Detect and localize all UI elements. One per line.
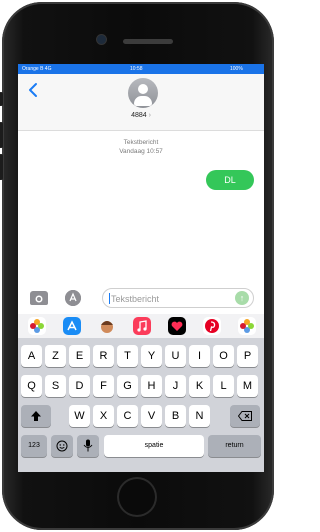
key-l[interactable]: L: [213, 375, 234, 397]
key-c[interactable]: C: [117, 405, 138, 427]
digital-touch-icon[interactable]: [168, 317, 186, 335]
key-z[interactable]: Z: [45, 345, 66, 367]
shift-key[interactable]: [21, 405, 51, 427]
contact-name[interactable]: 4884 ›: [18, 112, 264, 119]
compose-bar: Tekstbericht ↑: [18, 286, 264, 312]
clock: 10:58: [130, 66, 143, 72]
contact-avatar[interactable]: [128, 78, 158, 108]
key-r[interactable]: R: [93, 345, 114, 367]
photos-flower-icon: [30, 319, 44, 333]
pinterest-icon[interactable]: [203, 317, 221, 335]
sent-message-bubble[interactable]: DL: [206, 170, 254, 190]
key-y[interactable]: Y: [141, 345, 162, 367]
key-n[interactable]: N: [189, 405, 210, 427]
key-t[interactable]: T: [117, 345, 138, 367]
music-icon[interactable]: [133, 317, 151, 335]
key-w[interactable]: W: [69, 405, 90, 427]
send-button[interactable]: ↑: [235, 291, 249, 305]
chevron-left-icon: [29, 83, 37, 97]
earpiece-speaker: [123, 39, 173, 44]
screen: Orange B 4G 10:58 100% 4884 › Tekstberic…: [18, 64, 264, 472]
key-a[interactable]: A: [21, 345, 42, 367]
shift-icon: [31, 411, 41, 421]
numbers-key[interactable]: 123: [21, 435, 47, 457]
home-button[interactable]: [117, 477, 157, 517]
microphone-icon: [83, 439, 93, 452]
volume-up-button: [0, 122, 3, 148]
message-input[interactable]: Tekstbericht: [102, 288, 254, 308]
emoji-icon: [56, 440, 68, 452]
app-store-icon[interactable]: [63, 317, 81, 335]
contact-chevron-icon: ›: [148, 112, 151, 119]
send-arrow-icon: ↑: [239, 293, 245, 303]
key-u[interactable]: U: [165, 345, 186, 367]
avatar-head: [138, 84, 148, 94]
key-g[interactable]: G: [117, 375, 138, 397]
backspace-icon: [237, 411, 252, 421]
key-q[interactable]: Q: [21, 375, 42, 397]
key-m[interactable]: M: [237, 375, 258, 397]
back-button[interactable]: [28, 82, 38, 101]
key-h[interactable]: H: [141, 375, 162, 397]
key-f[interactable]: F: [93, 375, 114, 397]
key-v[interactable]: V: [141, 405, 162, 427]
photos-flower-icon-2: [240, 319, 254, 333]
photos-app-icon[interactable]: [28, 317, 46, 335]
key-x[interactable]: X: [93, 405, 114, 427]
key-p[interactable]: P: [237, 345, 258, 367]
app-store-glyph-icon: [67, 320, 77, 331]
camera-button[interactable]: [30, 291, 48, 305]
return-key[interactable]: return: [208, 435, 261, 457]
front-camera: [97, 35, 106, 44]
space-key[interactable]: spatie: [104, 435, 204, 457]
camera-icon: [30, 293, 48, 305]
carrier-label: Orange B 4G: [22, 66, 52, 72]
message-input-placeholder: Tekstbericht: [111, 294, 160, 304]
volume-down-button: [0, 154, 3, 180]
backspace-key[interactable]: [230, 405, 260, 427]
key-k[interactable]: K: [189, 375, 210, 397]
music-note-icon: [137, 320, 147, 332]
key-e[interactable]: E: [69, 345, 90, 367]
dictation-key[interactable]: [77, 435, 99, 457]
heart-icon: [171, 321, 183, 331]
apps-icon: [65, 290, 81, 306]
key-d[interactable]: D: [69, 375, 90, 397]
status-bar: Orange B 4G 10:58 100%: [18, 64, 264, 74]
text-cursor: [109, 293, 110, 304]
memoji-face-icon: [101, 321, 113, 333]
mute-switch: [0, 92, 3, 106]
conversation-header: 4884 ›: [18, 74, 264, 131]
battery-label: 100%: [230, 66, 243, 72]
avatar-body: [134, 96, 152, 106]
app-store-button[interactable]: [65, 290, 81, 306]
emoji-key[interactable]: [51, 435, 73, 457]
keyboard: A Z E R T Y U I O P Q S D F G H J K L M …: [18, 338, 264, 472]
key-b[interactable]: B: [165, 405, 186, 427]
service-label: Tekstbericht: [123, 139, 159, 146]
key-o[interactable]: O: [213, 345, 234, 367]
contact-number: 4884: [131, 112, 147, 119]
memoji-icon[interactable]: [98, 317, 116, 335]
key-i[interactable]: I: [189, 345, 210, 367]
date-label: Vandaag 10:57: [119, 148, 163, 155]
key-s[interactable]: S: [45, 375, 66, 397]
imessage-app-drawer: [18, 314, 264, 338]
message-timestamp: Tekstbericht Vandaag 10:57: [18, 138, 264, 156]
pinterest-logo-icon: [205, 319, 219, 333]
key-j[interactable]: J: [165, 375, 186, 397]
photos-app-icon-2[interactable]: [238, 317, 256, 335]
